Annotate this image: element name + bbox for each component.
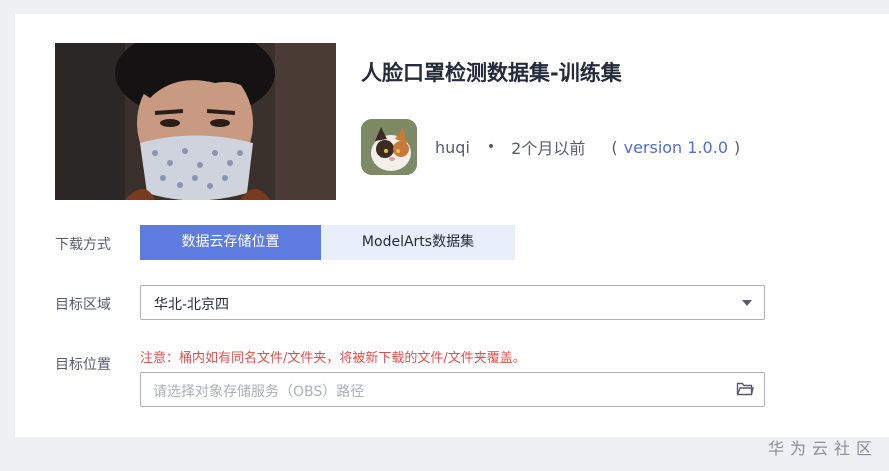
overwrite-warning: 注意：桶内如有同名文件/文件夹，将被新下载的文件/文件夹覆盖。 bbox=[140, 351, 526, 366]
region-selected-value: 华北-北京四 bbox=[154, 297, 230, 313]
target-region-label: 目标区域 bbox=[55, 297, 111, 313]
author-avatar[interactable] bbox=[361, 119, 417, 175]
folder-icon[interactable] bbox=[736, 381, 754, 397]
watermark-text: 华为云社区 bbox=[768, 439, 879, 458]
download-method-tabs: 数据云存储位置 ModelArts数据集 bbox=[140, 225, 515, 260]
target-region-select[interactable]: 华北-北京四 bbox=[140, 285, 765, 320]
dataset-meta: huqi • 2个月以前 ( version 1.0.0 ) bbox=[435, 135, 740, 159]
dataset-card: 人脸口罩检测数据集-训练集 huqi • 2个月以前 ( version 1.0… bbox=[15, 14, 889, 437]
target-location-label: 目标位置 bbox=[55, 357, 111, 373]
obs-path-placeholder: 请选择对象存储服务（OBS）路径 bbox=[153, 384, 365, 400]
download-method-label: 下载方式 bbox=[55, 237, 111, 253]
version-close-paren: ) bbox=[734, 137, 741, 157]
publish-time: 2个月以前 bbox=[511, 139, 586, 158]
dataset-cover-image bbox=[55, 43, 336, 200]
obs-path-input[interactable]: 请选择对象存储服务（OBS）路径 bbox=[140, 372, 765, 407]
author-name[interactable]: huqi bbox=[435, 138, 470, 157]
version-link[interactable]: version 1.0.0 bbox=[624, 138, 728, 157]
meta-separator: • bbox=[486, 139, 496, 155]
tab-modelarts-dataset[interactable]: ModelArts数据集 bbox=[321, 225, 515, 260]
chevron-down-icon bbox=[742, 300, 752, 306]
tab-cloud-storage[interactable]: 数据云存储位置 bbox=[140, 225, 321, 260]
dataset-title: 人脸口罩检测数据集-训练集 bbox=[361, 61, 622, 85]
version-open-paren: ( bbox=[611, 137, 618, 157]
